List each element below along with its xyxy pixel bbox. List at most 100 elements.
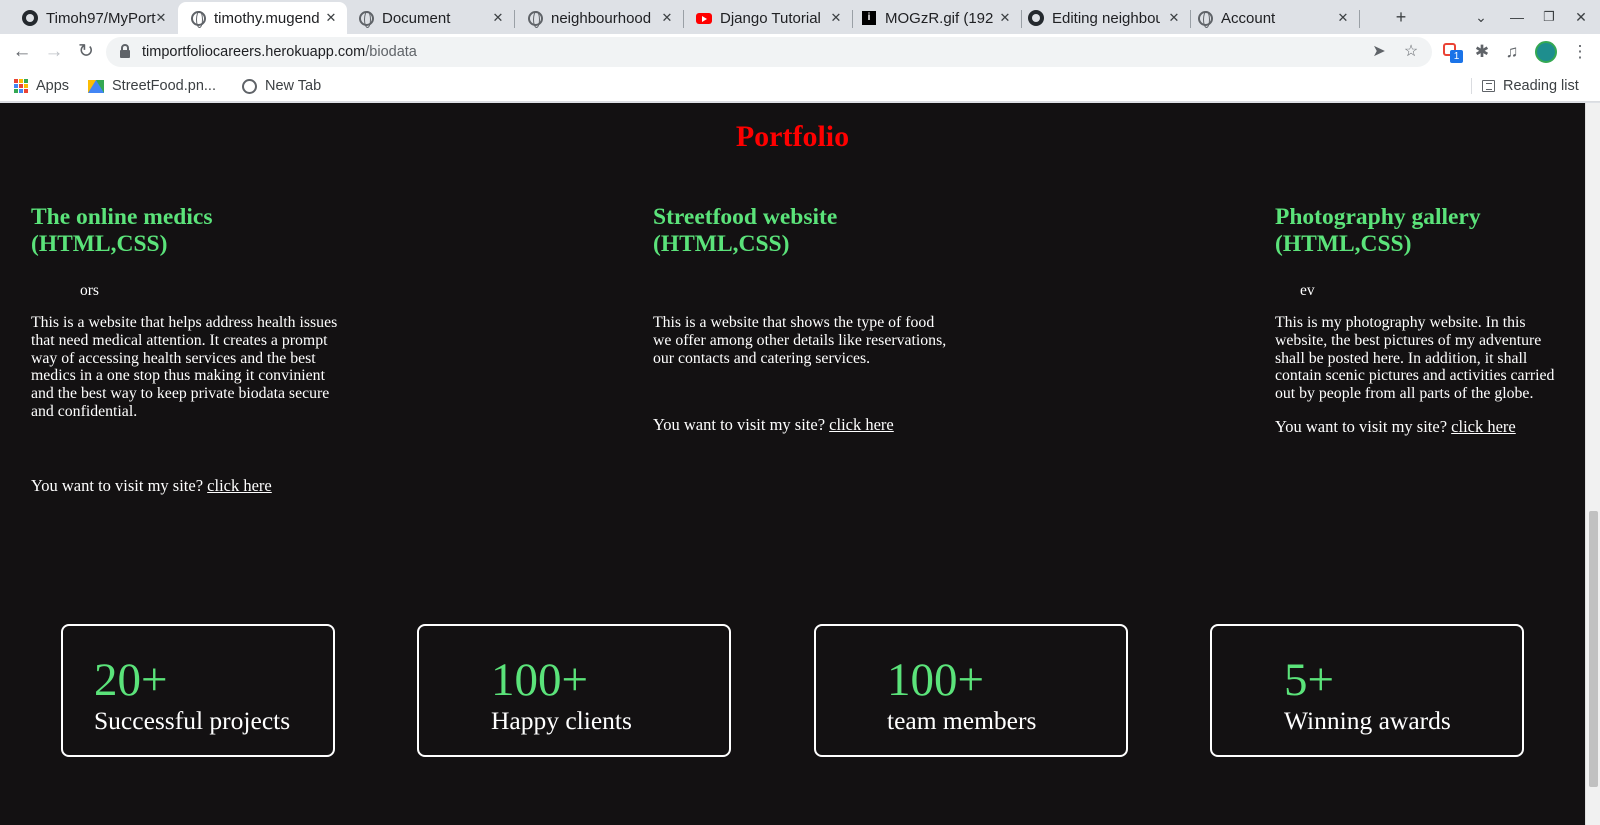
stat-card: 100+ team members bbox=[814, 624, 1128, 757]
stat-label: team members bbox=[887, 706, 1037, 735]
tab-title: MOGzR.gif (1920 bbox=[885, 9, 993, 27]
reading-list-label: Reading list bbox=[1503, 78, 1579, 94]
visit-text: You want to visit my site? bbox=[31, 475, 204, 495]
project-visit-line: You want to visit my site? click here bbox=[31, 476, 351, 496]
project-title: The online medics (HTML,CSS) bbox=[31, 204, 213, 257]
stat-label: Happy clients bbox=[491, 706, 632, 735]
extension-badge-count: 1 bbox=[1450, 50, 1463, 63]
window-close-icon[interactable]: ✕ bbox=[1570, 6, 1592, 28]
project-link[interactable]: click here bbox=[829, 415, 894, 434]
reading-list-button[interactable]: Reading list bbox=[1482, 76, 1579, 96]
tab-title: Document bbox=[382, 9, 451, 27]
menu-kebab-icon[interactable]: ⋮ bbox=[1568, 40, 1592, 64]
project-link[interactable]: click here bbox=[1451, 417, 1516, 436]
bookmark-new-tab[interactable]: New Tab bbox=[242, 76, 321, 96]
lock-icon[interactable] bbox=[120, 44, 130, 58]
tab-title: Account bbox=[1221, 9, 1276, 27]
globe-icon bbox=[242, 78, 257, 94]
tab-account[interactable]: Account ✕ bbox=[1191, 2, 1360, 34]
bookmark-apps[interactable]: Apps bbox=[14, 76, 69, 96]
github-icon bbox=[22, 10, 38, 26]
google-drive-icon bbox=[88, 79, 104, 93]
globe-icon bbox=[527, 10, 543, 28]
bookmarks-divider bbox=[1471, 78, 1472, 94]
browser-toolbar: ← → ↻ timportfoliocareers.herokuapp.com/… bbox=[0, 34, 1600, 70]
globe-icon bbox=[1197, 10, 1213, 28]
close-icon[interactable]: ✕ bbox=[323, 10, 339, 26]
apps-grid-icon bbox=[14, 79, 28, 93]
bookmarks-bar: Apps StreetFood.pn... New Tab Reading li… bbox=[0, 70, 1600, 102]
tab-document[interactable]: Document ✕ bbox=[346, 2, 515, 34]
tab-editing-neighbourhood[interactable]: Editing neighbourhood ✕ bbox=[1022, 2, 1191, 34]
project-image bbox=[653, 281, 953, 300]
image-icon: i bbox=[861, 10, 877, 26]
tab-separator bbox=[1359, 10, 1360, 28]
tab-myportfolio[interactable]: Timoh97/MyPortfolio ✕ bbox=[0, 2, 177, 34]
bookmark-star-icon[interactable]: ☆ bbox=[1400, 41, 1422, 63]
extensions-puzzle-icon[interactable]: ✱ bbox=[1470, 40, 1494, 64]
tab-title: timothy.mugendi bbox=[214, 9, 320, 27]
vertical-scrollbar[interactable] bbox=[1585, 103, 1600, 825]
reading-list-icon bbox=[1482, 80, 1495, 92]
profile-avatar[interactable] bbox=[1535, 41, 1557, 63]
bookmark-label: Apps bbox=[36, 78, 70, 94]
reload-icon[interactable]: ↻ bbox=[74, 40, 98, 64]
close-icon[interactable]: ✕ bbox=[659, 10, 675, 26]
project-description: This is a website that shows the type of… bbox=[653, 314, 947, 367]
minimize-icon[interactable]: — bbox=[1506, 6, 1528, 28]
tab-search-icon[interactable]: ⌄ bbox=[1470, 6, 1492, 28]
bookmark-label: New Tab bbox=[265, 78, 322, 94]
close-icon[interactable]: ✕ bbox=[490, 10, 506, 26]
close-icon[interactable]: ✕ bbox=[1166, 10, 1182, 26]
stat-card: 5+ Winning awards bbox=[1210, 624, 1524, 757]
stat-number: 5+ bbox=[1284, 654, 1335, 706]
tab-title: Editing neighbourhood bbox=[1052, 9, 1160, 27]
close-icon[interactable]: ✕ bbox=[1335, 10, 1351, 26]
project-image: ors bbox=[80, 282, 99, 299]
back-arrow-icon[interactable]: ← bbox=[10, 40, 34, 64]
project-description: This is a website that helps address hea… bbox=[31, 314, 338, 420]
project-image: ev bbox=[1300, 282, 1315, 299]
url-path: /biodata bbox=[365, 44, 417, 60]
youtube-icon bbox=[696, 10, 712, 26]
tab-neighbourhood[interactable]: neighbourhood ✕ bbox=[515, 2, 684, 34]
bookmark-streetfood[interactable]: StreetFood.pn... bbox=[88, 76, 216, 96]
stat-label: Winning awards bbox=[1284, 706, 1451, 735]
forward-arrow-icon[interactable]: → bbox=[42, 40, 66, 64]
stat-number: 20+ bbox=[94, 654, 168, 706]
project-title: Streetfood website (HTML,CSS) bbox=[653, 204, 838, 257]
close-icon[interactable]: ✕ bbox=[997, 10, 1013, 26]
restore-icon[interactable]: ❐ bbox=[1538, 6, 1560, 28]
portfolio-heading: Portfolio bbox=[735, 120, 850, 153]
media-queue-icon[interactable]: ♫ bbox=[1500, 40, 1524, 64]
github-icon bbox=[1028, 10, 1044, 26]
url-host: timportfoliocareers.herokuapp.com bbox=[142, 44, 366, 60]
scrollbar-thumb[interactable] bbox=[1589, 511, 1598, 787]
project-title: Photography gallery (HTML,CSS) bbox=[1275, 204, 1481, 257]
globe-icon bbox=[190, 10, 206, 28]
url-text[interactable]: timportfoliocareers.herokuapp.com/biodat… bbox=[142, 44, 417, 60]
stat-number: 100+ bbox=[887, 654, 985, 706]
extension-notification-icon[interactable]: 1 bbox=[1443, 43, 1463, 63]
send-icon[interactable]: ➤ bbox=[1368, 41, 1390, 63]
tab-mogzr-gif[interactable]: i MOGzR.gif (1920 ✕ bbox=[853, 2, 1022, 34]
tab-strip: Timoh97/MyPortfolio ✕ timothy.mugendi ✕ … bbox=[0, 0, 1600, 34]
project-card: Photography gallery (HTML,CSS) ev This i… bbox=[1275, 204, 1575, 437]
tab-django-tutorial[interactable]: Django Tutorial ✕ bbox=[684, 2, 853, 34]
tab-title: neighbourhood bbox=[551, 9, 652, 27]
project-link[interactable]: click here bbox=[207, 476, 272, 495]
stat-card: 100+ Happy clients bbox=[417, 624, 731, 757]
close-icon[interactable]: ✕ bbox=[828, 10, 844, 26]
tab-timothy-mugendi[interactable]: timothy.mugendi ✕ bbox=[178, 2, 347, 34]
project-card: Streetfood website (HTML,CSS) This is a … bbox=[653, 204, 953, 435]
project-visit-line: You want to visit my site? click here bbox=[653, 415, 953, 435]
close-icon[interactable]: ✕ bbox=[153, 10, 169, 26]
project-description: This is my photography website. In this … bbox=[1275, 314, 1555, 403]
visit-text: You want to visit my site? bbox=[653, 415, 826, 435]
tab-title: Timoh97/MyPortfolio bbox=[46, 9, 156, 27]
address-bar[interactable]: timportfoliocareers.herokuapp.com/biodat… bbox=[106, 37, 1432, 67]
new-tab-button[interactable]: + bbox=[1390, 6, 1412, 28]
project-card: The online medics (HTML,CSS) ors This is… bbox=[31, 204, 351, 496]
tab-title: Django Tutorial bbox=[720, 9, 821, 27]
bookmark-label: StreetFood.pn... bbox=[112, 78, 216, 94]
